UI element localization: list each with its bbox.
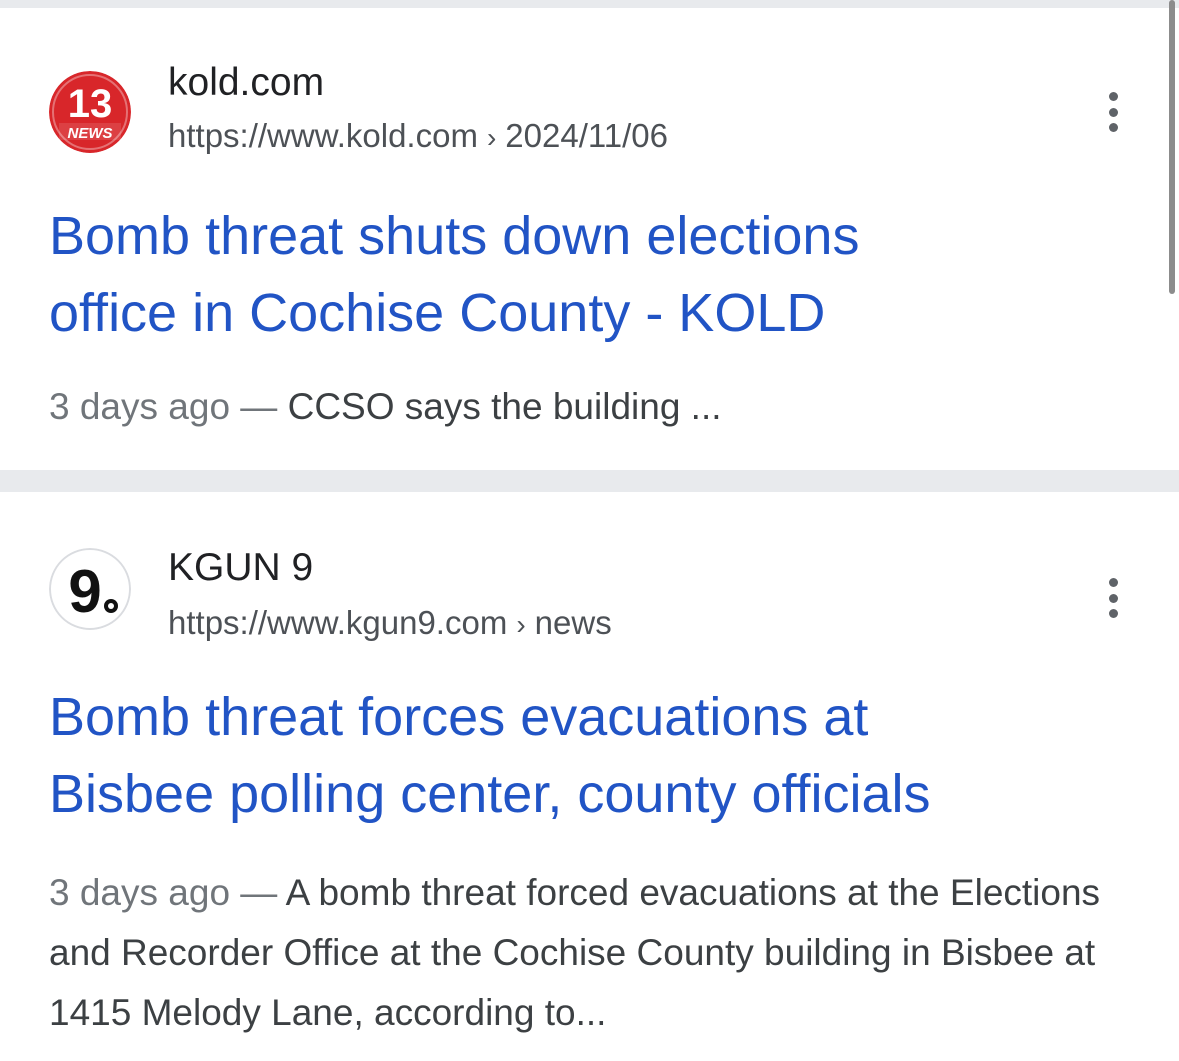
kold-logo-word: NEWS bbox=[68, 125, 113, 142]
search-result-kold: 13 NEWS kold.com https://www.kold.com › 20… bbox=[0, 8, 1150, 470]
search-result-kgun9: 9 KGUN 9 https://www.kgun9.com › news Bomb… bbox=[0, 492, 1150, 1061]
snippet-date: 3 days ago bbox=[49, 386, 231, 427]
site-name[interactable]: kold.com bbox=[168, 61, 324, 105]
kold-logo-number: 13 bbox=[68, 82, 113, 126]
more-vert-icon-dot bbox=[1108, 123, 1118, 132]
breadcrumb-separator: › bbox=[516, 609, 526, 640]
more-vert-icon-dot bbox=[1108, 593, 1118, 603]
snippet-dash: — bbox=[230, 386, 288, 427]
title-line-1: Bomb threat shuts down elections bbox=[49, 206, 860, 266]
more-options-button[interactable] bbox=[1096, 572, 1130, 624]
top-divider bbox=[0, 0, 1179, 8]
title-line-1: Bomb threat forces evacuations at bbox=[49, 687, 869, 747]
url-path: news bbox=[534, 604, 612, 641]
result-snippet: 3 days ago — CCSO says the building ... bbox=[49, 377, 1129, 437]
snippet-dash: — bbox=[230, 872, 286, 913]
result-title-link[interactable]: Bomb threat shuts down elections office … bbox=[49, 198, 1129, 352]
more-vert-icon bbox=[1108, 92, 1118, 101]
breadcrumb-separator: › bbox=[486, 122, 497, 153]
result-divider bbox=[0, 470, 1179, 492]
kgun9-favicon-icon: 9 bbox=[49, 548, 131, 630]
site-name[interactable]: KGUN 9 bbox=[168, 546, 313, 590]
url-path: 2024/11/06 bbox=[505, 117, 668, 154]
result-title-link[interactable]: Bomb threat forces evacuations at Bisbee… bbox=[49, 679, 1129, 833]
kold-favicon-icon: 13 NEWS bbox=[49, 71, 131, 153]
title-line-2: office in Cochise County - KOLD bbox=[49, 283, 826, 343]
breadcrumb-url[interactable]: https://www.kold.com › 2024/11/06 bbox=[168, 117, 668, 155]
scrollbar[interactable] bbox=[1169, 0, 1175, 294]
result-snippet: 3 days ago — A bomb threat forced evacua… bbox=[49, 863, 1129, 1043]
more-vert-icon-dot bbox=[1108, 609, 1118, 618]
kgun-logo-number: 9 bbox=[68, 558, 101, 625]
url-domain: https://www.kold.com bbox=[168, 117, 478, 154]
snippet-date: 3 days ago bbox=[49, 872, 231, 913]
breadcrumb-url[interactable]: https://www.kgun9.com › news bbox=[168, 604, 612, 642]
snippet-text: CCSO says the building ... bbox=[287, 386, 722, 427]
url-domain: https://www.kgun9.com bbox=[168, 604, 508, 641]
more-options-button[interactable] bbox=[1096, 86, 1130, 138]
search-results-page: 13 NEWS kold.com https://www.kold.com › 20… bbox=[0, 0, 1179, 1061]
more-vert-icon-dot bbox=[1108, 107, 1118, 117]
more-vert-icon bbox=[1108, 578, 1118, 587]
title-line-2: Bisbee polling center, county officials bbox=[49, 764, 931, 824]
